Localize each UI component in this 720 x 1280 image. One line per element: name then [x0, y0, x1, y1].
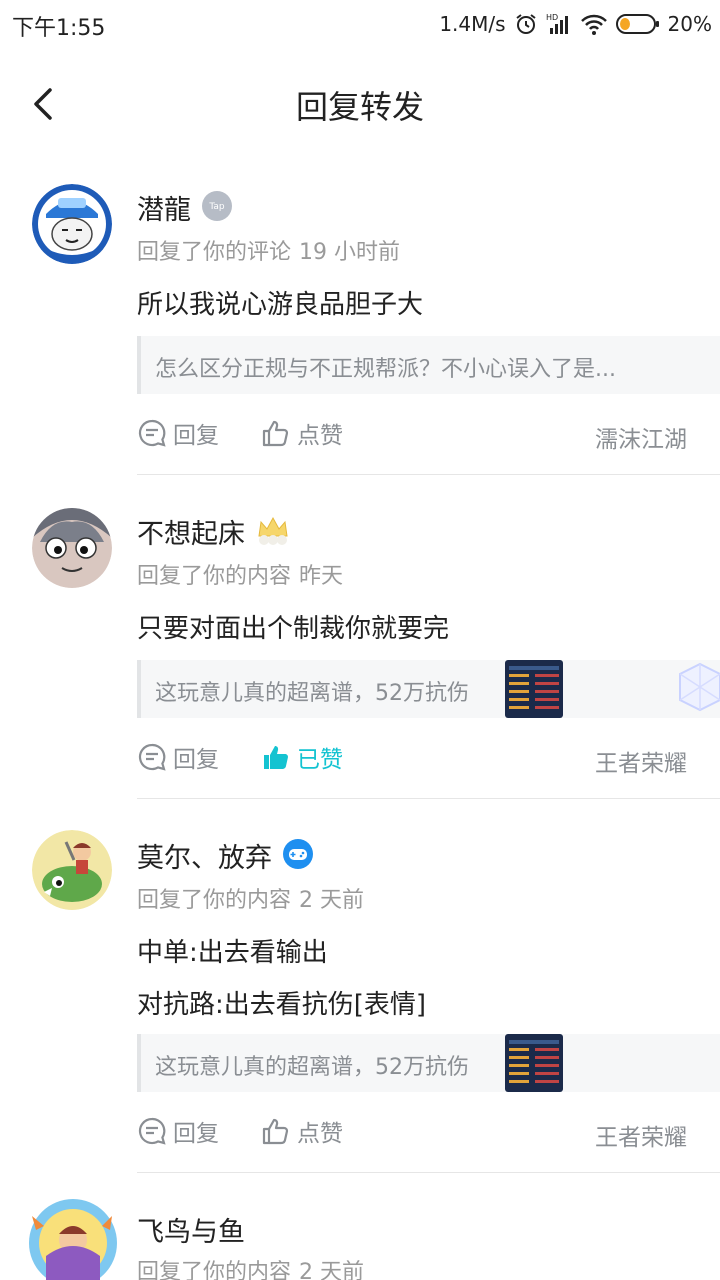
avatar[interactable]: [32, 508, 112, 588]
comment-icon: [138, 743, 166, 771]
quote-thumbnail: [505, 660, 563, 718]
reply-meta: 回复了你的评论 19 小时前: [137, 234, 400, 266]
reply-label: 回复: [173, 747, 219, 773]
name-row: 潜龍 Tap: [137, 188, 233, 227]
reply-item[interactable]: 不想起床 回复了你的内容 昨天 只要对面出个制裁你就要完 这玩意儿真的超离谱，52…: [0, 504, 720, 800]
reply-action: 回复了你的内容: [137, 1260, 292, 1280]
tap-badge-text: Tap: [208, 202, 225, 212]
like-label: 已赞: [297, 747, 343, 773]
cube-icon: [679, 662, 720, 712]
like-label: 点赞: [297, 1121, 343, 1147]
quote-text: 这玩意儿真的超离谱，52万抗伤: [155, 681, 469, 706]
reply-button[interactable]: 回复: [137, 416, 219, 450]
page-header: 回复转发: [0, 60, 720, 146]
thumbs-up-icon: [262, 420, 289, 447]
reply-label: 回复: [173, 423, 219, 449]
reply-label: 回复: [173, 1121, 219, 1147]
quote-thumbnail: [505, 1034, 563, 1092]
status-bar: 下午1:55 1.4M/s HD 20%: [0, 0, 720, 50]
action-bar: 回复 点赞 濡沫江湖: [137, 416, 697, 456]
reply-action: 回复了你的内容: [137, 888, 292, 913]
battery-percent: 20%: [667, 12, 712, 36]
alarm-icon: [514, 12, 538, 36]
reply-text: 对抗路:出去看抗伤[表情]: [137, 990, 427, 1020]
reply-text: 所以我说心游良品胆子大: [137, 290, 424, 320]
reply-item[interactable]: 莫尔、放弃 回复了你的内容 2 天前 中单:出去看输出 对抗路:出去看抗伤[表情]…: [0, 828, 720, 1174]
page-title: 回复转发: [295, 88, 424, 126]
battery-icon: [615, 13, 660, 35]
divider: [137, 1172, 720, 1173]
name-row: 飞鸟与鱼: [137, 1210, 245, 1249]
action-bar: 回复 点赞 王者荣耀: [137, 1114, 697, 1154]
user-name[interactable]: 飞鸟与鱼: [137, 1210, 245, 1249]
quote-text: 这玩意儿真的超离谱，52万抗伤: [155, 1055, 469, 1080]
like-label: 点赞: [297, 423, 343, 449]
comment-icon: [138, 419, 166, 447]
status-right: 1.4M/s HD 20%: [439, 10, 712, 38]
thumbs-up-icon: [262, 1118, 289, 1145]
reply-item[interactable]: 飞鸟与鱼 回复了你的内容 2 天前: [0, 1196, 720, 1280]
reply-text: 只要对面出个制裁你就要完: [137, 614, 450, 644]
wifi-icon: [580, 12, 608, 36]
quote-text: 怎么区分正规与不正规帮派？不小心误入了是...: [155, 357, 616, 382]
avatar[interactable]: [32, 184, 112, 264]
reply-time: 2 天前: [299, 1260, 365, 1280]
quoted-content[interactable]: 怎么区分正规与不正规帮派？不小心误入了是...: [137, 336, 720, 394]
crown-badge-icon: [255, 514, 291, 550]
thumbs-up-filled-icon: [264, 746, 288, 769]
user-name[interactable]: 不想起床: [137, 512, 245, 551]
reply-item[interactable]: 潜龍 Tap 回复了你的评论 19 小时前 所以我说心游良品胆子大 怎么区分正规与…: [0, 180, 720, 476]
divider: [137, 798, 720, 799]
tap-badge-icon: Tap: [201, 190, 233, 226]
floating-cube-button[interactable]: [678, 660, 720, 714]
reply-action: 回复了你的内容: [137, 564, 292, 589]
hd-signal-icon: HD: [546, 12, 572, 36]
reply-text: 中单:出去看输出: [137, 938, 328, 968]
game-tag[interactable]: 王者荣耀: [595, 1118, 687, 1152]
name-row: 莫尔、放弃: [137, 836, 314, 875]
game-tag[interactable]: 濡沫江湖: [595, 420, 687, 454]
comment-icon: [138, 1117, 166, 1145]
net-speed: 1.4M/s: [439, 12, 506, 36]
quoted-content[interactable]: 这玩意儿真的超离谱，52万抗伤: [137, 1034, 720, 1092]
reply-time: 19 小时前: [299, 240, 401, 265]
reply-button[interactable]: 回复: [137, 740, 219, 774]
status-time: 下午1:55: [12, 16, 106, 41]
reply-meta: 回复了你的内容 昨天: [137, 558, 343, 590]
gamepad-badge-icon: [282, 838, 314, 874]
svg-text:HD: HD: [546, 13, 558, 22]
user-name[interactable]: 莫尔、放弃: [137, 836, 272, 875]
like-button[interactable]: 点赞: [261, 416, 343, 450]
quoted-content[interactable]: 这玩意儿真的超离谱，52万抗伤: [137, 660, 720, 718]
action-bar: 回复 已赞 王者荣耀: [137, 740, 697, 780]
reply-button[interactable]: 回复: [137, 1114, 219, 1148]
reply-time: 昨天: [299, 564, 344, 589]
avatar[interactable]: [32, 830, 112, 910]
reply-action: 回复了你的评论: [137, 240, 292, 265]
game-tag[interactable]: 王者荣耀: [595, 744, 687, 778]
like-button[interactable]: 点赞: [261, 1114, 343, 1148]
reply-meta: 回复了你的内容 2 天前: [137, 882, 364, 914]
reply-meta: 回复了你的内容 2 天前: [137, 1254, 364, 1280]
name-row: 不想起床: [137, 512, 291, 551]
user-name[interactable]: 潜龍: [137, 188, 191, 227]
reply-time: 2 天前: [299, 888, 365, 913]
divider: [137, 474, 720, 475]
like-button[interactable]: 已赞: [261, 740, 343, 774]
avatar[interactable]: [26, 1196, 120, 1280]
